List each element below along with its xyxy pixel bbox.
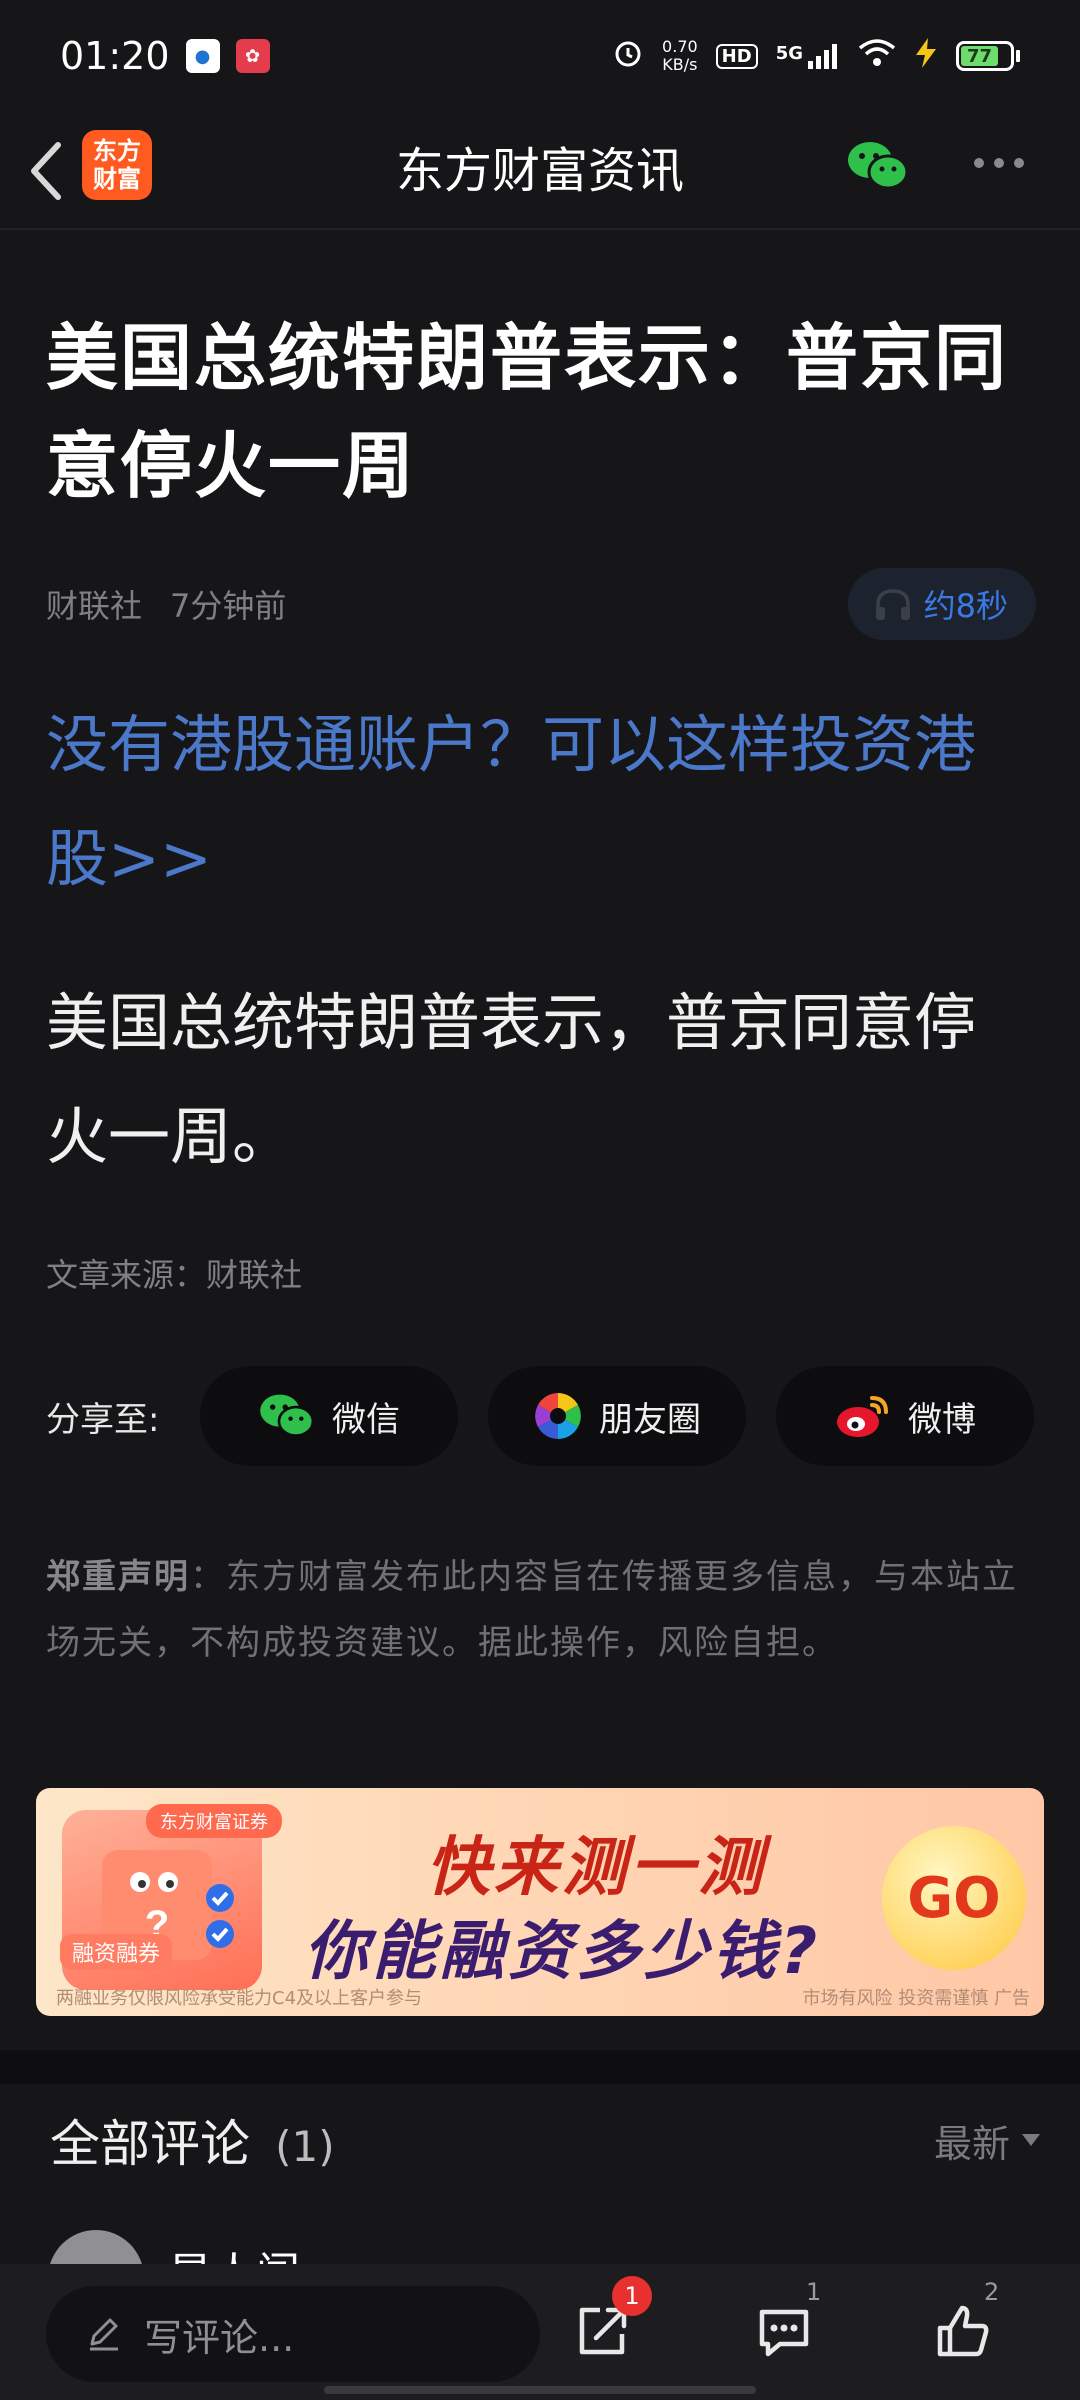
- sort-dropdown[interactable]: 最新: [934, 2113, 1040, 2168]
- chevron-left-icon: [31, 142, 61, 200]
- wechat-share-button[interactable]: [846, 138, 910, 198]
- brand-logo-line1: 东方: [93, 137, 141, 165]
- network-speed: 0.70 KB/s: [662, 38, 698, 74]
- nav-bar: 东方 财富 东方财富资讯: [0, 112, 1080, 230]
- share-row: 分享至: 微信 朋友圈 微博: [46, 1366, 1036, 1466]
- comment-icon: [759, 2309, 809, 2357]
- article-time: 7分钟前: [170, 587, 287, 625]
- battery-level: 77: [961, 46, 998, 67]
- like-button[interactable]: 2: [920, 2278, 1004, 2374]
- comment-count: 1: [806, 2278, 822, 2306]
- disclaimer-text: ：东方财富发布此内容旨在传播更多信息，与本站立场无关，不构成投资建议。据此操作，…: [46, 1557, 1018, 1663]
- pencil-icon: [90, 2318, 118, 2351]
- audio-duration: 约8秒: [923, 587, 1008, 625]
- alarm-icon: [612, 37, 644, 75]
- comments-title: 全部评论: [50, 2115, 250, 2173]
- weibo-icon: [837, 1396, 888, 1437]
- network-type: 5G: [775, 43, 803, 64]
- more-dot-icon: [994, 158, 1004, 168]
- headphones-icon: [875, 589, 910, 620]
- wechat-icon: [848, 142, 909, 190]
- promo-link[interactable]: 没有港股通账户？可以这样投资港股>>: [46, 688, 1036, 916]
- status-right: 0.70 KB/s HD 5G 77: [612, 37, 1020, 75]
- share-label: 分享至:: [46, 1399, 160, 1440]
- comments-header: 全部评论 (1) 最新: [50, 2100, 1040, 2180]
- article-source[interactable]: 财联社: [46, 581, 142, 627]
- more-dot-icon: [974, 158, 984, 168]
- charging-icon: [914, 38, 938, 74]
- caret-down-icon: [1022, 2134, 1040, 2146]
- ad-footnote-right: 市场有风险 投资需谨慎 广告: [802, 1988, 1030, 2009]
- section-divider: [0, 2050, 1080, 2084]
- signal-icon: 5G: [776, 43, 840, 69]
- share-weibo-label: 微博: [908, 1399, 976, 1440]
- comment-placeholder: 写评论...: [144, 2315, 295, 2360]
- status-left: 01:20 ● ✿: [60, 34, 270, 78]
- ad-tag: 融资融券: [60, 1934, 173, 1970]
- ad-go-button[interactable]: GO: [882, 1826, 1026, 1970]
- bottom-bar: 写评论... 1 1 2: [0, 2264, 1080, 2400]
- back-button[interactable]: [22, 138, 70, 204]
- disclaimer: 郑重声明：东方财富发布此内容旨在传播更多信息，与本站立场无关，不构成投资建议。据…: [46, 1544, 1036, 1676]
- thumbs-up-icon: [937, 2305, 989, 2357]
- article-source-line: 文章来源：财联社: [46, 1256, 303, 1294]
- share-weibo-button[interactable]: 微博: [776, 1366, 1034, 1466]
- article-meta: 财联社 7分钟前 约8秒: [46, 568, 1036, 640]
- comments-button[interactable]: 1: [742, 2278, 826, 2374]
- sort-label: 最新: [933, 2121, 1010, 2166]
- home-indicator[interactable]: [324, 2386, 756, 2394]
- clock: 01:20: [60, 34, 170, 78]
- share-badge: 1: [612, 2276, 652, 2316]
- net-speed-unit: KB/s: [662, 55, 698, 74]
- share-wechat-button[interactable]: 微信: [200, 1366, 458, 1466]
- app-notification-icon: ●: [185, 39, 220, 73]
- hd-badge: HD: [715, 43, 758, 69]
- battery-icon: 77: [956, 41, 1020, 71]
- article-body: 美国总统特朗普表示，普京同意停火一周。: [46, 986, 977, 1173]
- more-options-button[interactable]: [974, 158, 1024, 168]
- share-moments-label: 朋友圈: [599, 1399, 701, 1440]
- more-dot-icon: [1014, 158, 1024, 168]
- ad-banner[interactable]: ? 东方财富证券 融资融券 快来测一测 你能融资多少钱? GO 两融业务仅限风险…: [36, 1788, 1044, 2016]
- share-moments-button[interactable]: 朋友圈: [488, 1366, 746, 1466]
- wifi-icon: [858, 38, 896, 74]
- moments-icon: [535, 1393, 581, 1439]
- write-comment-input[interactable]: 写评论...: [46, 2286, 540, 2382]
- app-notification-icon: ✿: [235, 39, 270, 73]
- disclaimer-title: 郑重声明: [46, 1557, 190, 1597]
- share-wechat-label: 微信: [332, 1399, 400, 1440]
- meta-left: 财联社 7分钟前: [46, 581, 286, 627]
- comments-count: (1): [275, 2122, 335, 2171]
- page-title: 东方财富资讯: [395, 143, 684, 199]
- ad-footnote-left: 两融业务仅限风险承受能力C4及以上客户参与: [56, 1988, 423, 2009]
- article-headline: 美国总统特朗普表示：普京同意停火一周: [46, 316, 1009, 508]
- status-bar: 01:20 ● ✿ 0.70 KB/s HD 5G 77: [0, 0, 1080, 112]
- brand-logo: 东方 财富: [82, 130, 152, 200]
- ad-brand-badge: 东方财富证券: [146, 1804, 282, 1838]
- listen-button[interactable]: 约8秒: [847, 568, 1036, 640]
- comments-title-group: 全部评论 (1): [50, 2104, 335, 2176]
- ad-subheadline: 你能融资多少钱?: [304, 1915, 822, 1989]
- ad-headline: 快来测一测: [426, 1831, 766, 1905]
- article: 美国总统特朗普表示：普京同意停火一周 财联社 7分钟前 约8秒 没有港股通账户？…: [46, 230, 1036, 1676]
- wechat-icon: [260, 1394, 315, 1437]
- net-speed-value: 0.70: [662, 37, 698, 56]
- share-button[interactable]: 1: [560, 2276, 652, 2374]
- brand-logo-line2: 财富: [93, 165, 141, 193]
- like-count: 2: [984, 2278, 1000, 2306]
